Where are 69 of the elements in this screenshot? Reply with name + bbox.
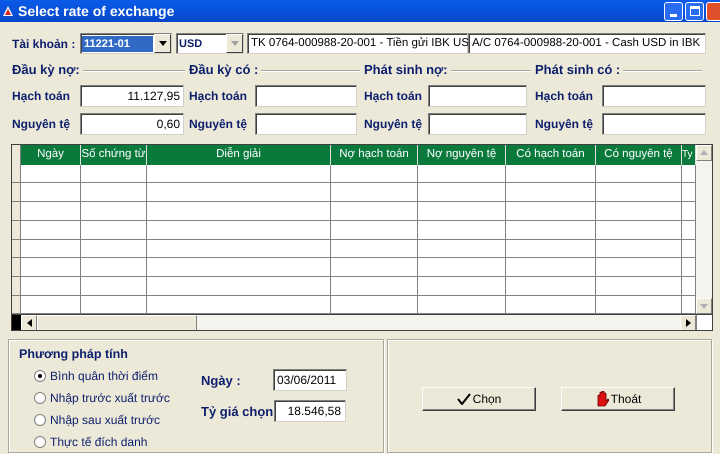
radio-option[interactable]: Nhập trước xuất trước — [34, 390, 201, 406]
arrow-left-icon — [26, 318, 32, 327]
field-label: Hạch toán — [364, 88, 424, 105]
field-label: Hạch toán — [535, 88, 594, 105]
choose-button[interactable]: Chọn — [422, 386, 536, 411]
maximize-button[interactable] — [685, 2, 704, 20]
arrow-up-icon — [700, 150, 708, 156]
currency-value: USD — [178, 36, 204, 52]
radio-option[interactable]: Bình quân thời điểm — [34, 368, 201, 384]
minimize-icon — [670, 14, 677, 16]
field-label: Nguyên tệ — [535, 116, 594, 133]
grid-corner — [12, 315, 21, 330]
section-heading: Đầu kỳ có : — [189, 61, 258, 80]
scrollbar-corner — [696, 315, 712, 330]
radio-button[interactable] — [34, 392, 46, 404]
section-heading: Phát sinh có : — [535, 61, 620, 80]
exit-button[interactable]: Thoát — [561, 386, 675, 411]
amount-field[interactable]: 11.127,95 — [80, 84, 184, 107]
section-heading: Phát sinh nợ: — [364, 61, 448, 80]
radio-button[interactable] — [34, 414, 46, 426]
app-icon — [2, 5, 14, 17]
window-title: Select rate of exchange — [18, 2, 174, 21]
radio-button[interactable] — [34, 436, 46, 448]
minimize-button[interactable] — [664, 2, 683, 20]
radio-option[interactable]: Nhập sau xuất trước — [34, 412, 201, 428]
amount-field[interactable] — [255, 112, 357, 135]
vertical-scrollbar[interactable] — [696, 144, 712, 314]
maximize-icon — [690, 6, 700, 16]
scroll-thumb[interactable] — [37, 314, 197, 330]
amount-field[interactable] — [255, 84, 357, 107]
account-value: 11221-01 — [82, 36, 153, 52]
currency-combo[interactable]: USD — [176, 33, 244, 54]
dropdown-button[interactable] — [226, 34, 243, 54]
account-name-en-field[interactable]: A/C 0764-000988-20-001 - Cash USD in IBK — [468, 33, 706, 54]
dropdown-button[interactable] — [154, 34, 171, 54]
rate-label: Tỷ giá chọn — [201, 402, 274, 421]
caret-icon — [158, 41, 166, 46]
field-label: Nguyên tệ — [189, 116, 248, 133]
method-title: Phương pháp tính — [19, 346, 129, 364]
scroll-arrow-button[interactable] — [21, 314, 37, 330]
row-header[interactable] — [12, 296, 20, 314]
section-heading: Đầu kỳ nợ: — [12, 61, 80, 80]
scroll-arrow-button[interactable] — [696, 144, 712, 161]
field-label: Hạch toán — [12, 88, 72, 105]
amount-field[interactable] — [602, 84, 706, 107]
amount-field[interactable] — [428, 112, 527, 135]
scroll-arrow-button[interactable] — [680, 314, 696, 330]
account-combo[interactable]: 11221-01 — [80, 33, 172, 54]
arrow-right-icon — [686, 318, 690, 327]
account-name-field[interactable]: TK 0764-000988-20-001 - Tiền gửi IBK US — [247, 33, 468, 54]
field-label: Nguyên tệ — [12, 116, 72, 133]
amount-field[interactable] — [602, 112, 706, 135]
horizontal-scrollbar[interactable] — [21, 315, 696, 330]
radio-button[interactable] — [34, 370, 46, 382]
date-field[interactable]: 03/06/2011 — [273, 369, 347, 392]
hand-icon — [594, 390, 609, 407]
field-label: Nguyên tệ — [364, 116, 424, 133]
amount-field[interactable] — [428, 84, 527, 107]
caret-icon — [230, 41, 238, 46]
date-label: Ngày : — [201, 372, 242, 390]
arrow-down-icon — [700, 304, 708, 309]
scroll-arrow-button[interactable] — [696, 298, 712, 314]
close-button[interactable] — [706, 2, 720, 20]
rate-field[interactable]: 18.546,58 — [274, 400, 346, 422]
radio-option[interactable]: Thực tế đích danh — [34, 434, 201, 450]
field-label: Hạch toán — [189, 88, 248, 105]
amount-field[interactable]: 0,60 — [80, 112, 184, 135]
checkmark-icon — [456, 392, 471, 405]
account-label: Tài khoản : — [12, 36, 76, 53]
